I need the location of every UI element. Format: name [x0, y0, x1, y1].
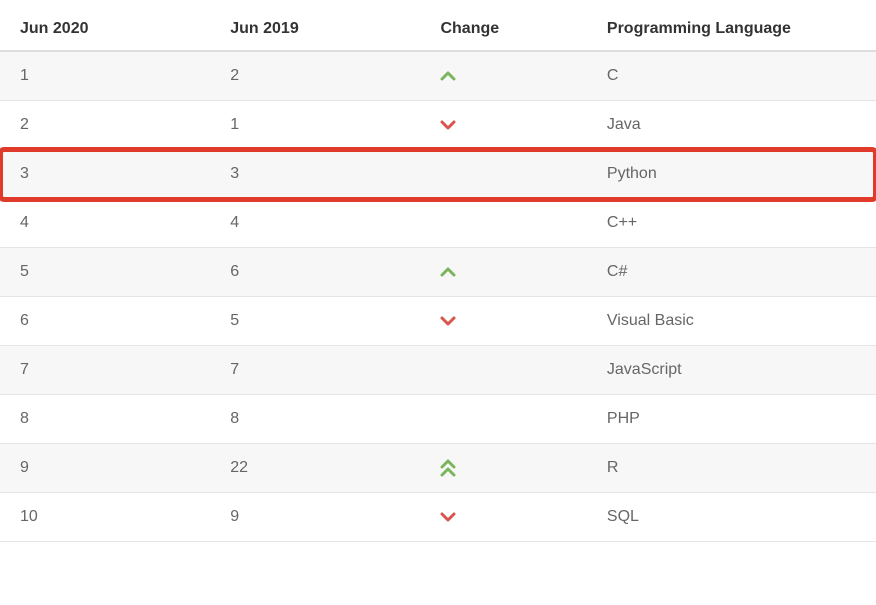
table-row: 21 Java [0, 101, 876, 150]
table-row: 65 Visual Basic [0, 297, 876, 346]
cell-change [420, 51, 586, 101]
cell-jun2020: 6 [0, 297, 210, 346]
table-row: 12 C [0, 51, 876, 101]
cell-language: PHP [587, 395, 876, 444]
chevron-down-icon [440, 511, 456, 523]
cell-language: SQL [587, 493, 876, 542]
table-row: 88 PHP [0, 395, 876, 444]
cell-jun2019: 7 [210, 346, 420, 395]
cell-language: Python [587, 150, 876, 199]
chevron-down-icon [440, 119, 456, 131]
cell-jun2020: 7 [0, 346, 210, 395]
table-row: 109 SQL [0, 493, 876, 542]
cell-jun2020: 5 [0, 248, 210, 297]
header-jun2020: Jun 2020 [0, 8, 210, 51]
cell-language: JavaScript [587, 346, 876, 395]
cell-language: R [587, 444, 876, 493]
cell-change [420, 150, 586, 199]
cell-change [420, 493, 586, 542]
cell-change [420, 395, 586, 444]
cell-change [420, 248, 586, 297]
cell-change [420, 101, 586, 150]
cell-jun2020: 9 [0, 444, 210, 493]
cell-jun2019: 8 [210, 395, 420, 444]
header-language: Programming Language [587, 8, 876, 51]
chevron-down-icon [440, 315, 456, 327]
cell-language: C++ [587, 199, 876, 248]
table-row: 44 C++ [0, 199, 876, 248]
cell-jun2019: 1 [210, 101, 420, 150]
chevron-up-icon [440, 266, 456, 278]
header-jun2019: Jun 2019 [210, 8, 420, 51]
double-chevron-up-icon [440, 459, 456, 477]
cell-language: C# [587, 248, 876, 297]
cell-jun2020: 10 [0, 493, 210, 542]
cell-jun2020: 8 [0, 395, 210, 444]
cell-jun2020: 1 [0, 51, 210, 101]
cell-change [420, 297, 586, 346]
cell-jun2020: 2 [0, 101, 210, 150]
header-change: Change [420, 8, 586, 51]
cell-jun2019: 4 [210, 199, 420, 248]
cell-change [420, 444, 586, 493]
cell-language: Visual Basic [587, 297, 876, 346]
cell-jun2019: 2 [210, 51, 420, 101]
cell-change [420, 346, 586, 395]
cell-jun2019: 5 [210, 297, 420, 346]
table-row: 33 Python [0, 150, 876, 199]
cell-jun2020: 3 [0, 150, 210, 199]
ranking-table: Jun 2020 Jun 2019 Change Programming Lan… [0, 8, 876, 542]
cell-jun2019: 6 [210, 248, 420, 297]
table-row: 922 R [0, 444, 876, 493]
cell-jun2019: 3 [210, 150, 420, 199]
chevron-up-icon [440, 70, 456, 82]
cell-jun2020: 4 [0, 199, 210, 248]
cell-jun2019: 22 [210, 444, 420, 493]
table-header-row: Jun 2020 Jun 2019 Change Programming Lan… [0, 8, 876, 51]
cell-jun2019: 9 [210, 493, 420, 542]
cell-change [420, 199, 586, 248]
table-row: 77 JavaScript [0, 346, 876, 395]
cell-language: C [587, 51, 876, 101]
cell-language: Java [587, 101, 876, 150]
table-row: 56 C# [0, 248, 876, 297]
